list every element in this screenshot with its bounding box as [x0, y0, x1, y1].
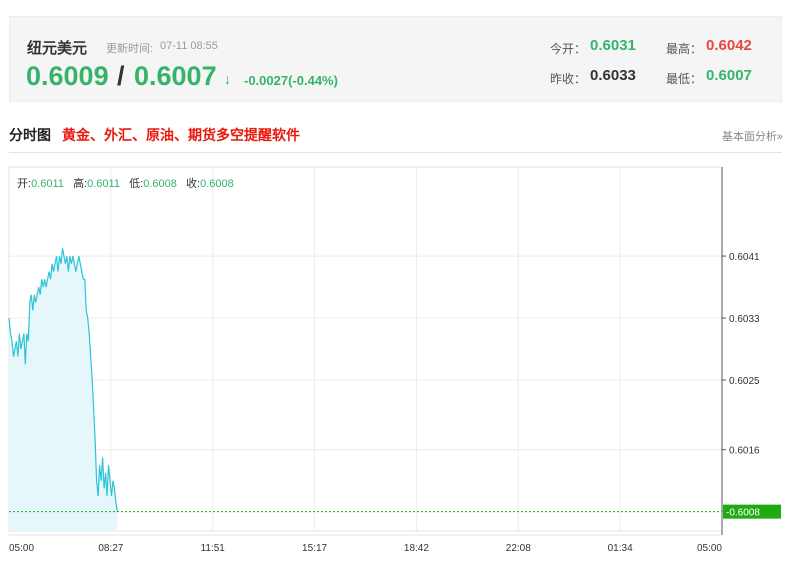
ohlc-open-label: 开: [17, 178, 32, 190]
y-tick-label: 0.6016 [729, 446, 760, 457]
x-tick-label: 22:08 [506, 543, 531, 554]
x-tick-label: 15:17 [302, 543, 327, 554]
x-tick-label: 05:00 [9, 543, 34, 554]
ohlc-high-value: 0.6011 [87, 178, 120, 190]
chart-axes: 0.6041 0.6033 0.6025 0.6016 05:00 08:27 11:51 1… [9, 167, 760, 554]
plot-frame [8, 166, 723, 532]
x-tick-label: 18:42 [404, 543, 429, 554]
ohlc-open-value: 0.6011 [31, 178, 64, 190]
ohlc-close-value: 0.6008 [200, 178, 234, 190]
x-tick-label: 11:51 [201, 543, 226, 554]
x-tick-label: 05:00 [697, 543, 722, 554]
x-tick-label: 01:34 [608, 543, 633, 554]
ohlc-high-label: 高: [73, 178, 88, 190]
intraday-chart: 0.6041 0.6033 0.6025 0.6016 05:00 08:27 11:51 1… [8, 166, 781, 554]
y-tick-label: 0.6041 [729, 252, 760, 263]
ohlc-low-label: 低: [129, 178, 144, 190]
x-tick-label: 08:27 [98, 543, 123, 554]
price-area-fill [9, 248, 118, 532]
y-tick-label: 0.6025 [729, 376, 760, 387]
chart-grid [8, 166, 723, 532]
last-price-marker: -0.6008 [9, 504, 781, 519]
last-price-label: -0.6008 [726, 508, 760, 519]
y-tick-label: 0.6033 [729, 314, 760, 325]
ohlc-readout: 开:0.6011 高:0.6011 低:0.6008 收:0.6008 [17, 175, 234, 191]
ohlc-close-label: 收: [186, 178, 201, 190]
ohlc-low-value: 0.6008 [143, 178, 177, 190]
